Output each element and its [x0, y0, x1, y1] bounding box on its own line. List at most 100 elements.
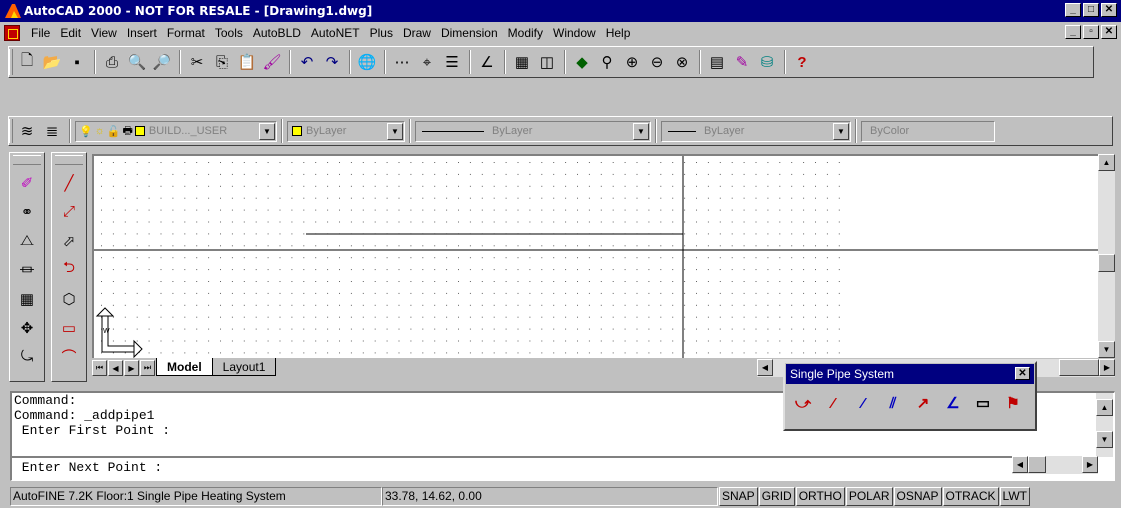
properties-icon[interactable]: ▤	[705, 50, 729, 74]
ortho-toggle[interactable]: ORTHO	[795, 487, 845, 506]
offset-icon[interactable]: ⏛	[12, 256, 42, 283]
tracking-icon[interactable]: ⋯	[390, 50, 414, 74]
tab-model[interactable]: Model	[156, 358, 213, 376]
scroll-right-icon[interactable]: ▶	[1099, 359, 1115, 376]
osnap-toggle[interactable]: OSNAP	[893, 487, 942, 506]
close-button[interactable]: ✕	[1101, 3, 1117, 17]
find-replace-icon[interactable]: 🔎	[150, 50, 174, 74]
zoom-realtime-icon[interactable]: ⚲	[595, 50, 619, 74]
mirror-icon[interactable]: ⧍	[12, 227, 42, 254]
command-horizontal-scrollbar[interactable]: ◀ ▶	[1012, 456, 1098, 474]
scroll-thumb-h[interactable]	[1028, 456, 1046, 473]
document-icon[interactable]	[4, 25, 20, 41]
construction-line-icon[interactable]: ⤢	[54, 198, 84, 225]
polar-toggle[interactable]: POLAR	[845, 487, 893, 506]
scroll-left-icon[interactable]: ◀	[757, 359, 773, 376]
lineweight-dropdown[interactable]: ByLayer ▼	[661, 120, 851, 142]
scroll-thumb[interactable]	[1098, 254, 1115, 272]
doc-restore-button[interactable]: ▫	[1083, 25, 1099, 39]
toolbar-grip[interactable]	[55, 155, 83, 165]
ucs-icon[interactable]: ☰	[440, 50, 464, 74]
scroll-down-icon[interactable]: ▼	[1096, 431, 1113, 448]
menu-insert[interactable]: Insert	[122, 26, 162, 40]
new-icon[interactable]: 🗋	[15, 50, 39, 74]
print-preview-icon[interactable]: 🔍	[125, 50, 149, 74]
3d-orbit-icon[interactable]: ◫	[535, 50, 559, 74]
maximize-button[interactable]: □	[1083, 3, 1099, 17]
next-tab-icon[interactable]: ▶	[124, 360, 139, 376]
move-icon[interactable]: ✥	[12, 314, 42, 341]
paste-icon[interactable]: 📋	[235, 50, 259, 74]
array-icon[interactable]: ▦	[12, 285, 42, 312]
print-icon[interactable]: ⎙	[100, 50, 124, 74]
menu-autobld[interactable]: AutoBLD	[248, 26, 306, 40]
cut-icon[interactable]: ✂	[185, 50, 209, 74]
pipe-tool-3-icon[interactable]: ⁄	[848, 390, 878, 416]
pipe-tool-6-icon[interactable]: ∠	[938, 390, 968, 416]
arc-icon[interactable]: ⌒	[54, 343, 84, 370]
line-icon[interactable]: ╱	[54, 169, 84, 196]
color-dropdown[interactable]: ByLayer ▼	[287, 120, 405, 142]
single-pipe-system-toolbar[interactable]: Single Pipe System ✕ ⤻ ⁄ ⁄ ⫽ ↗ ∠ ▭ ⚑	[783, 361, 1037, 431]
menu-file[interactable]: File	[26, 26, 55, 40]
menu-edit[interactable]: Edit	[55, 26, 86, 40]
scroll-left-icon[interactable]: ◀	[1012, 456, 1028, 473]
copy-object-icon[interactable]: ⚭	[12, 198, 42, 225]
menu-format[interactable]: Format	[162, 26, 210, 40]
command-vertical-scrollbar[interactable]: ▲ ▼	[1096, 393, 1113, 457]
chevron-down-icon[interactable]: ▼	[387, 122, 403, 140]
grid-toggle[interactable]: GRID	[758, 487, 795, 506]
pipe-tool-7-icon[interactable]: ▭	[968, 390, 998, 416]
scroll-track[interactable]	[1046, 456, 1082, 474]
chevron-down-icon[interactable]: ▼	[259, 122, 275, 140]
chevron-down-icon[interactable]: ▼	[833, 122, 849, 140]
scroll-down-icon[interactable]: ▼	[1098, 341, 1115, 358]
open-icon[interactable]: 📂	[40, 50, 64, 74]
hexagon-icon[interactable]: ⬡	[54, 285, 84, 312]
close-icon[interactable]: ✕	[1015, 367, 1030, 380]
rectangle-icon[interactable]: ▭	[54, 314, 84, 341]
minimize-button[interactable]: _	[1065, 3, 1081, 17]
scroll-right-icon[interactable]: ▶	[1082, 456, 1098, 473]
copy-icon[interactable]: ⎘	[210, 50, 234, 74]
menu-plus[interactable]: Plus	[365, 26, 398, 40]
match-properties-icon[interactable]: 🖌	[260, 50, 284, 74]
floating-toolbar-title-bar[interactable]: Single Pipe System ✕	[786, 364, 1034, 384]
toolbar-grip[interactable]	[13, 155, 41, 165]
menu-tools[interactable]: Tools	[210, 26, 248, 40]
lwt-toggle[interactable]: LWT	[999, 487, 1030, 506]
toolbar-grip[interactable]	[9, 119, 13, 143]
menu-modify[interactable]: Modify	[503, 26, 548, 40]
layer-dropdown[interactable]: 💡 ☼ 🔓 🖶 BUILD..._USER ▼	[75, 120, 277, 142]
tab-layout1[interactable]: Layout1	[212, 358, 277, 376]
menu-view[interactable]: View	[86, 26, 122, 40]
menu-draw[interactable]: Draw	[398, 26, 436, 40]
last-tab-icon[interactable]: ⏭	[140, 360, 155, 376]
pipe-tool-8-icon[interactable]: ⚑	[998, 390, 1028, 416]
scroll-up-icon[interactable]: ▲	[1098, 154, 1115, 171]
menu-window[interactable]: Window	[548, 26, 601, 40]
menu-dimension[interactable]: Dimension	[436, 26, 503, 40]
rotate-icon[interactable]: ⤿	[12, 343, 42, 370]
make-layer-current-icon[interactable]: ≋	[15, 119, 39, 143]
snap-toggle[interactable]: SNAP	[719, 487, 758, 506]
vertical-scrollbar[interactable]: ▲ ▼	[1098, 154, 1115, 358]
pan-icon[interactable]: ◆	[570, 50, 594, 74]
zoom-extents-icon[interactable]: ⊗	[670, 50, 694, 74]
hyperlink-icon[interactable]: 🌐	[355, 50, 379, 74]
erase-icon[interactable]: ✐	[12, 169, 42, 196]
menu-help[interactable]: Help	[601, 26, 636, 40]
save-icon[interactable]: ▪	[65, 50, 89, 74]
layers-icon[interactable]: ≣	[40, 119, 64, 143]
help-icon[interactable]: ?	[790, 50, 814, 74]
doc-close-button[interactable]: ✕	[1101, 25, 1117, 39]
undo-icon[interactable]: ↶	[295, 50, 319, 74]
linetype-dropdown[interactable]: ByLayer ▼	[415, 120, 651, 142]
redo-icon[interactable]: ↷	[320, 50, 344, 74]
toolbar-grip[interactable]	[9, 49, 13, 75]
zoom-window-icon[interactable]: ⊕	[620, 50, 644, 74]
chevron-down-icon[interactable]: ▼	[633, 122, 649, 140]
pipe-tool-1-icon[interactable]: ⤻	[788, 390, 818, 416]
menu-autonet[interactable]: AutoNET	[306, 26, 365, 40]
command-input[interactable]: Enter Next Point :	[12, 456, 1098, 478]
